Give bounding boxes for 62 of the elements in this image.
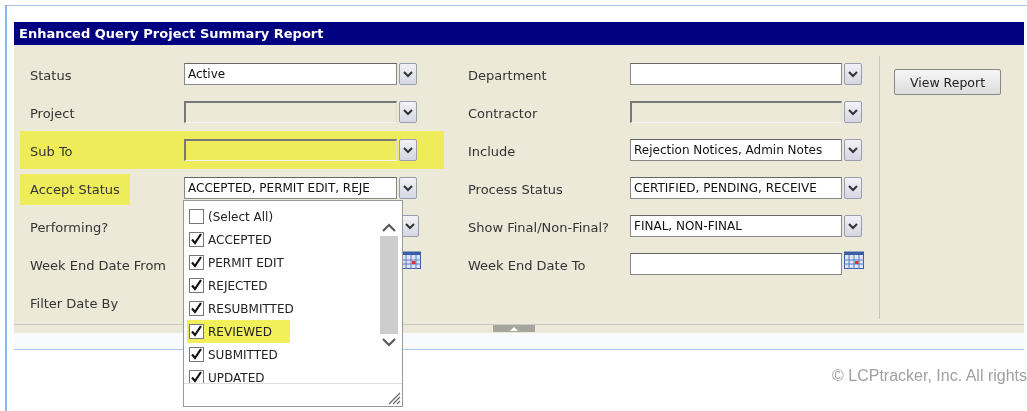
dropdown-button[interactable] [844, 215, 862, 237]
chevron-down-icon [848, 222, 858, 230]
checkbox[interactable] [189, 324, 204, 339]
select-field[interactable]: FINAL, NON-FINAL [630, 215, 842, 237]
dropdown-button[interactable] [399, 177, 417, 199]
chevron-down-icon [403, 146, 413, 154]
dropdown-button[interactable] [844, 177, 862, 199]
option-item[interactable]: ACCEPTED [187, 228, 290, 251]
resize-grip-icon[interactable] [387, 391, 401, 405]
report-title: Enhanced Query Project Summary Report [14, 22, 1024, 45]
dropdown-button[interactable] [844, 139, 862, 161]
select-field[interactable] [630, 63, 842, 85]
chevron-down-icon [405, 222, 415, 230]
chevron-down-icon [403, 184, 413, 192]
chevron-down-icon [848, 108, 858, 116]
dropdown-button[interactable] [844, 101, 862, 123]
triangle-up-icon [510, 326, 518, 331]
checkbox[interactable] [189, 255, 204, 270]
chevron-up-icon[interactable] [382, 223, 396, 232]
field-label: Performing? [29, 218, 110, 237]
chevron-down-icon [403, 70, 413, 78]
checkbox[interactable] [189, 278, 204, 293]
checkbox[interactable] [189, 370, 204, 383]
field-label: Sub To [29, 142, 74, 161]
option-item[interactable]: PERMIT EDIT [187, 251, 290, 274]
field-label: Filter Date By [29, 294, 120, 313]
field-label: Process Status [468, 181, 563, 197]
copyright-text: © LCPtracker, Inc. All rights [832, 367, 1027, 385]
field-label: Week End Date From [29, 256, 167, 275]
checkbox[interactable] [189, 209, 204, 224]
field-label: Accept Status [20, 173, 130, 205]
option-item[interactable]: REVIEWED [187, 320, 290, 343]
option-item[interactable]: SUBMITTED [187, 343, 290, 366]
select-field[interactable]: Active [184, 63, 397, 85]
select-field[interactable]: Rejection Notices, Admin Notes [630, 139, 842, 161]
chevron-down-icon [848, 146, 858, 154]
dropdown-button[interactable] [844, 63, 862, 85]
field-label: Contractor [468, 105, 538, 121]
field-label: Project [29, 104, 76, 123]
checkbox[interactable] [189, 301, 204, 316]
collapse-handle[interactable] [493, 325, 535, 332]
chevron-down-icon [403, 108, 413, 116]
option-item[interactable]: UPDATED [187, 366, 290, 383]
dropdown-button[interactable] [399, 63, 417, 85]
checkbox[interactable] [189, 347, 204, 362]
option-item[interactable]: REJECTED [187, 274, 290, 297]
chevron-down-icon [848, 184, 858, 192]
checkbox[interactable] [189, 232, 204, 247]
select-field[interactable]: CERTIFIED, PENDING, RECEIVE [630, 177, 842, 199]
calendar-icon[interactable] [844, 251, 864, 269]
chevron-down-icon [848, 70, 858, 78]
field-label: Status [29, 66, 73, 85]
option-item[interactable]: (Select All) [187, 205, 290, 228]
calendar-icon[interactable] [401, 251, 421, 269]
select-field[interactable]: ACCEPTED, PERMIT EDIT, REJE [184, 177, 397, 199]
field-label: Show Final/Non-Final? [468, 219, 610, 235]
date-field[interactable] [630, 253, 842, 275]
field-label: Week End Date To [468, 257, 586, 273]
field-label: Department [468, 67, 547, 83]
view-report-button[interactable]: View Report [894, 69, 1001, 95]
field-label: Include [468, 143, 516, 159]
chevron-down-icon[interactable] [382, 338, 396, 347]
